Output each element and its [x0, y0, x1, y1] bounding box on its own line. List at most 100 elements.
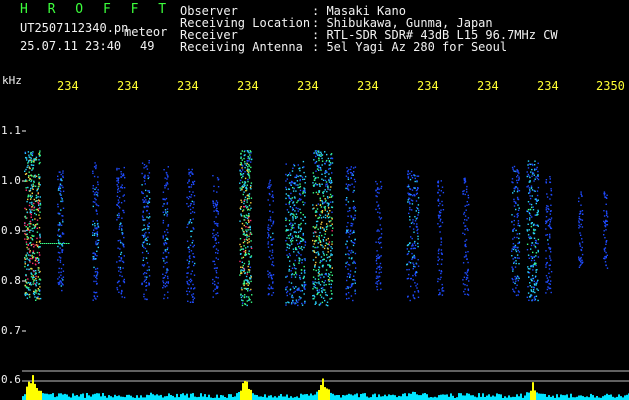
burst-pixel	[545, 266, 547, 268]
burst-pixel	[407, 201, 409, 203]
burst-pixel	[215, 257, 217, 259]
burst-pixel	[250, 256, 252, 258]
burst-pixel	[120, 173, 123, 175]
burst-pixel	[327, 186, 329, 188]
burst-pixel	[297, 184, 299, 186]
burst-pixel	[167, 247, 169, 249]
burst-pixel	[415, 263, 418, 265]
burst-pixel	[325, 183, 327, 185]
burst-pixel	[303, 171, 305, 174]
burst-pixel	[321, 164, 323, 166]
burst-pixel	[148, 222, 150, 224]
burst-pixel	[354, 210, 357, 212]
burst-pixel	[141, 251, 144, 254]
burst-pixel	[331, 243, 333, 245]
burst-pixel	[354, 180, 357, 183]
burst-pixel	[286, 246, 288, 249]
burst-pixel	[186, 280, 188, 283]
histogram-bar	[326, 388, 328, 400]
burst-pixel	[58, 212, 60, 214]
burst-pixel	[190, 171, 192, 173]
histogram-bar	[420, 395, 422, 400]
burst-pixel	[329, 260, 331, 262]
burst-pixel	[243, 206, 245, 208]
burst-pixel	[217, 223, 219, 225]
burst-pixel	[330, 186, 332, 188]
burst-pixel	[298, 296, 301, 298]
burst-pixel	[313, 269, 315, 271]
burst-pixel	[581, 210, 584, 212]
burst-pixel	[248, 158, 251, 160]
burst-pixel	[407, 171, 409, 173]
burst-pixel	[375, 277, 378, 279]
burst-pixel	[287, 234, 290, 237]
burst-pixel	[30, 154, 32, 156]
burst-pixel	[604, 221, 606, 224]
burst-pixel	[529, 212, 531, 215]
burst-pixel	[247, 265, 249, 268]
burst-pixel	[329, 177, 332, 179]
burst-pixel	[36, 251, 39, 254]
burst-pixel	[321, 291, 323, 293]
burst-pixel	[512, 288, 514, 290]
burst-pixel	[325, 260, 328, 262]
burst-pixel	[272, 257, 274, 259]
histogram-bar	[470, 395, 472, 400]
burst-pixel	[192, 207, 194, 209]
burst-pixel	[329, 216, 331, 218]
burst-pixel	[246, 217, 249, 219]
burst-pixel	[167, 188, 169, 190]
burst-pixel	[35, 200, 38, 202]
burst-pixel	[375, 180, 377, 183]
burst-pixel	[514, 275, 516, 278]
histogram-bar	[116, 396, 118, 400]
burst-pixel	[37, 269, 40, 271]
burst-pixel	[323, 236, 326, 239]
burst-pixel	[247, 229, 249, 231]
burst-pixel	[60, 281, 63, 283]
burst-pixel	[62, 175, 64, 177]
burst-pixel	[240, 246, 242, 248]
burst-pixel	[188, 180, 190, 182]
histogram-bar	[602, 396, 604, 400]
burst-pixel	[580, 256, 582, 259]
burst-pixel	[122, 260, 124, 263]
burst-pixel	[547, 243, 549, 245]
burst-pixel	[351, 257, 353, 259]
burst-pixel	[267, 273, 269, 276]
burst-pixel	[35, 272, 37, 274]
burst-pixel	[241, 188, 243, 191]
burst-pixel	[39, 204, 42, 206]
burst-pixel	[347, 172, 349, 175]
histogram-bar	[618, 394, 620, 400]
burst-pixel	[243, 238, 246, 241]
burst-pixel	[98, 239, 100, 241]
burst-pixel	[290, 199, 293, 202]
burst-pixel	[289, 174, 292, 176]
burst-pixel	[416, 287, 418, 289]
burst-pixel	[30, 161, 33, 163]
burst-pixel	[24, 257, 26, 259]
burst-pixel	[606, 267, 609, 269]
burst-pixel	[440, 180, 442, 182]
burst-pixel	[319, 197, 321, 199]
burst-pixel	[248, 152, 250, 154]
burst-pixel	[352, 251, 354, 253]
burst-pixel	[293, 264, 296, 267]
burst-pixel	[244, 161, 246, 163]
burst-pixel	[302, 204, 305, 206]
burst-pixel	[437, 252, 440, 255]
burst-pixel	[248, 299, 250, 302]
histogram-bar	[338, 395, 340, 400]
burst-pixel	[192, 299, 194, 301]
burst-pixel	[533, 164, 536, 166]
histogram-bar	[160, 394, 162, 400]
burst-pixel	[322, 195, 325, 197]
histogram-bar	[394, 395, 396, 400]
burst-pixel	[535, 176, 537, 178]
burst-pixel	[144, 183, 146, 185]
histogram-bar	[464, 395, 466, 400]
burst-pixel	[346, 197, 348, 199]
burst-pixel	[535, 262, 537, 265]
histogram-bar	[562, 395, 564, 400]
